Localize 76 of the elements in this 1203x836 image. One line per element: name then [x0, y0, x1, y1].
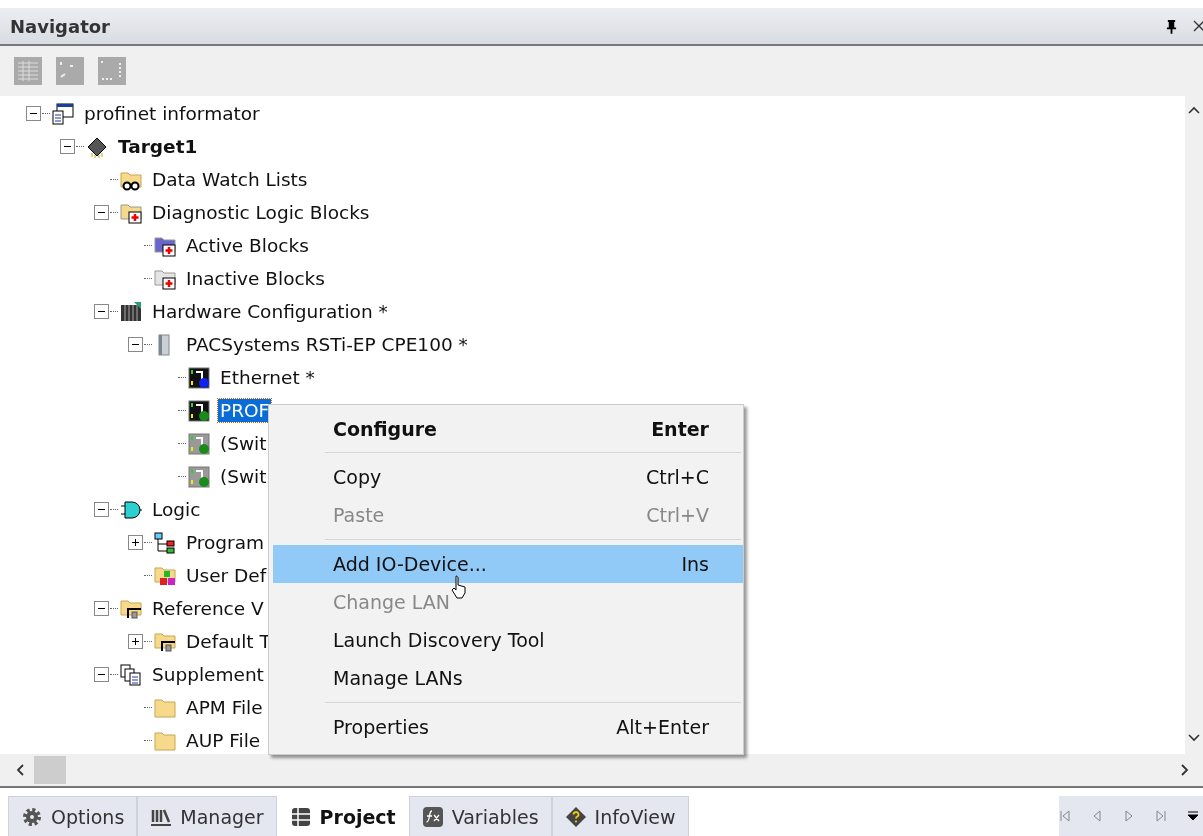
menu-item[interactable]: Properties Alt+Enter: [273, 708, 743, 746]
tree-item[interactable]: Logic: [150, 498, 203, 521]
tree-item[interactable]: Ethernet *: [218, 366, 317, 389]
cursor-icon: [451, 575, 467, 599]
expand-toggle[interactable]: [126, 632, 144, 651]
menu-item[interactable]: Copy Ctrl+C: [273, 458, 743, 496]
tree-item[interactable]: (Swit: [218, 432, 269, 455]
folder-cubes-icon: [154, 564, 176, 587]
tree-item[interactable]: PACSystems RSTi-EP CPE100 *: [184, 333, 470, 356]
expand-toggle[interactable]: [126, 533, 144, 552]
gear-icon: [21, 805, 43, 828]
port-icon: [188, 432, 210, 455]
panel-title: Navigator: [10, 15, 110, 37]
collapse-toggle[interactable]: [92, 302, 110, 321]
overflow-icon[interactable]: [1187, 809, 1199, 823]
project-icon: [52, 102, 74, 125]
menu-item[interactable]: Add IO-Device... Ins: [273, 545, 743, 583]
tree-item[interactable]: Data Watch Lists: [150, 168, 310, 191]
tree-item[interactable]: Inactive Blocks: [184, 267, 327, 290]
folder-cross-icon: [120, 201, 142, 224]
pin-icon[interactable]: [1166, 18, 1177, 34]
tree-item[interactable]: Program: [184, 531, 267, 554]
folder-cross-icon: [154, 234, 176, 257]
port-icon: [188, 465, 210, 488]
last-icon[interactable]: [1155, 809, 1167, 823]
tree-item[interactable]: Supplement: [150, 663, 266, 686]
hierarchy-icon: [154, 531, 176, 554]
help-icon: [564, 805, 587, 828]
rack-icon: [120, 300, 142, 323]
tab[interactable]: Manager: [137, 796, 277, 836]
tree-item[interactable]: Diagnostic Logic Blocks: [150, 201, 372, 224]
scroll-up-icon[interactable]: [1188, 106, 1200, 114]
tree-item[interactable]: profinet informator: [82, 102, 262, 125]
tab[interactable]: InfoView: [551, 796, 689, 836]
first-icon[interactable]: [1059, 809, 1071, 823]
menu-item[interactable]: Launch Discovery Tool: [273, 621, 743, 659]
function-icon: [421, 805, 444, 828]
folder-table-icon: [120, 597, 142, 620]
collapse-toggle[interactable]: [58, 137, 76, 156]
menu-item[interactable]: Configure Enter: [273, 411, 743, 447]
tree-item[interactable]: APM File: [184, 696, 265, 719]
tree-item[interactable]: User Def: [184, 564, 269, 587]
collapse-toggle[interactable]: [92, 665, 110, 684]
tree-item[interactable]: Target1: [116, 135, 200, 158]
menu-item[interactable]: Manage LANs: [273, 659, 743, 697]
tree-item[interactable]: Reference V: [150, 597, 266, 620]
port-icon: [188, 366, 210, 389]
tree-item[interactable]: Active Blocks: [184, 234, 311, 257]
collapse-toggle[interactable]: [92, 203, 110, 222]
list-icon: [289, 805, 312, 828]
close-icon[interactable]: [1193, 20, 1203, 32]
tree-item[interactable]: PROF: [218, 399, 272, 422]
scroll-down-icon[interactable]: [1188, 734, 1200, 742]
scroll-left-icon[interactable]: [16, 764, 24, 776]
collapse-toggle[interactable]: [126, 335, 144, 354]
chip-icon: [86, 135, 108, 158]
next-icon[interactable]: [1123, 809, 1135, 823]
tab[interactable]: Variables: [408, 796, 552, 836]
collapse-toggle[interactable]: [24, 104, 42, 123]
gate-icon: [120, 498, 142, 521]
folder-cross-icon: [154, 267, 176, 290]
folder-icon: [154, 729, 176, 752]
tab[interactable]: Options: [8, 796, 138, 836]
port-icon: [188, 399, 210, 422]
tree-item[interactable]: Hardware Configuration *: [150, 300, 390, 323]
tree-item[interactable]: (Swit: [218, 465, 269, 488]
tree-item[interactable]: AUP File: [184, 729, 263, 752]
documents-icon: [120, 663, 142, 686]
scroll-thumb[interactable]: [34, 756, 66, 784]
collapse-toggle[interactable]: [92, 500, 110, 519]
folder-table-icon: [154, 630, 176, 653]
horizontal-scrollbar[interactable]: [0, 754, 1203, 788]
collapse-toggle[interactable]: [92, 599, 110, 618]
previous-icon[interactable]: [1091, 809, 1103, 823]
folder-icon: [154, 696, 176, 719]
scroll-right-icon[interactable]: [1181, 764, 1189, 776]
